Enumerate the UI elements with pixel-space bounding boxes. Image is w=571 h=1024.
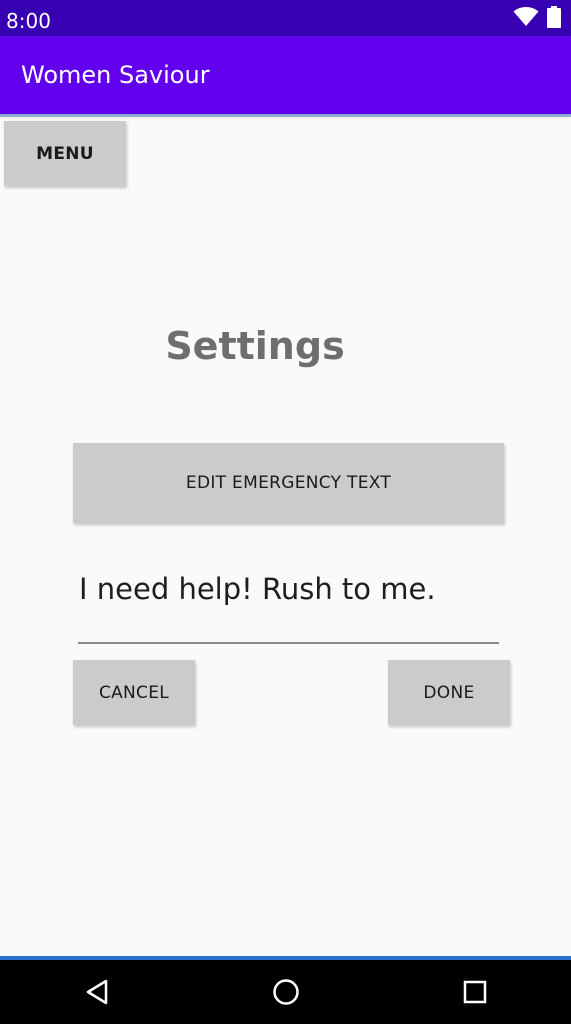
app-bar: Women Saviour: [0, 36, 571, 114]
menu-button[interactable]: MENU: [4, 121, 126, 186]
edit-emergency-text-button[interactable]: EDIT EMERGENCY TEXT: [73, 443, 504, 523]
battery-icon: [547, 6, 561, 32]
wifi-icon: [513, 7, 539, 31]
cancel-button[interactable]: CANCEL: [73, 660, 195, 725]
page-title: Settings: [165, 324, 345, 368]
emergency-text-value[interactable]: I need help! Rush to me.: [79, 570, 436, 608]
app-screen: 8:00 Women Saviour MENU Settings EDIT EM…: [0, 0, 571, 1024]
status-time: 8:00: [6, 9, 51, 33]
status-icons: [513, 6, 561, 32]
status-bar: 8:00: [0, 0, 571, 36]
done-button[interactable]: DONE: [388, 660, 510, 725]
back-icon[interactable]: [77, 972, 117, 1012]
app-bar-divider: [0, 114, 571, 117]
navigation-bar: [0, 960, 571, 1024]
text-field-underline: [78, 642, 499, 644]
recents-icon[interactable]: [455, 972, 495, 1012]
emergency-text-field[interactable]: I need help! Rush to me.: [78, 562, 499, 644]
app-title: Women Saviour: [21, 61, 210, 89]
home-icon[interactable]: [266, 972, 306, 1012]
